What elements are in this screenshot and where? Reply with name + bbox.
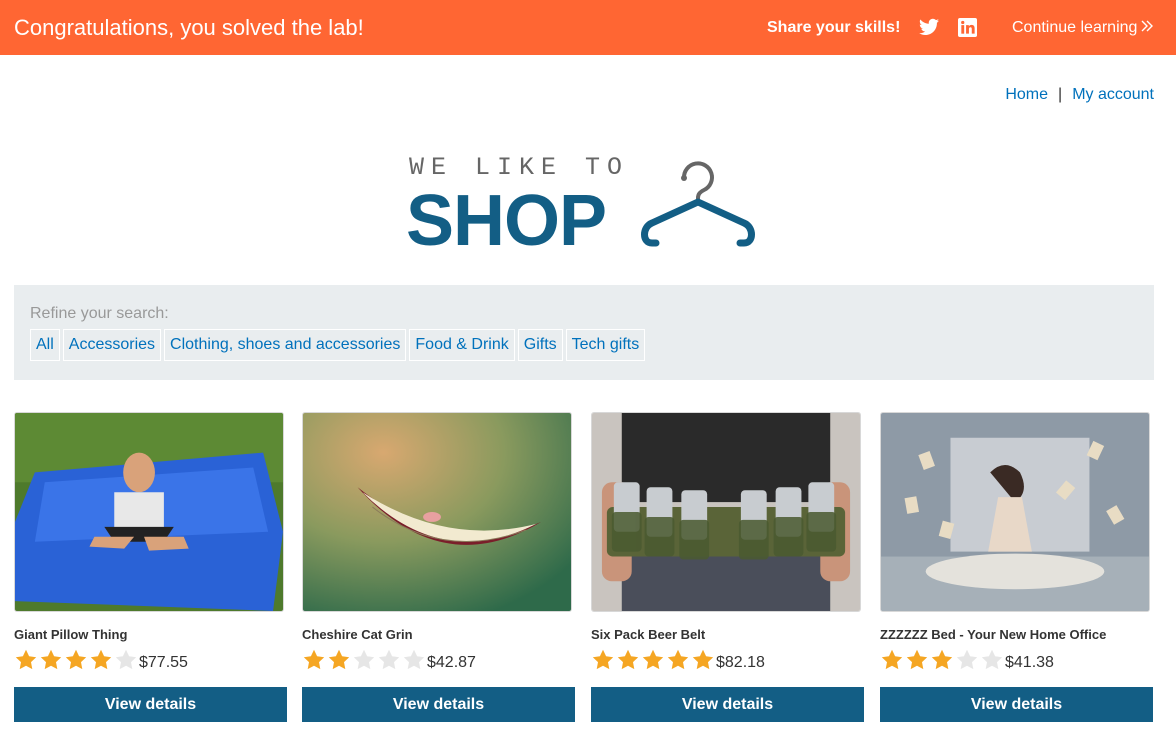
product-image-giant-pillow[interactable] [14, 412, 284, 612]
star-empty-icon [115, 649, 137, 670]
star-filled-icon [40, 649, 62, 670]
star-filled-icon [906, 649, 928, 670]
product-image-beer-belt[interactable] [591, 412, 861, 612]
view-details-button[interactable]: View details [880, 687, 1153, 722]
star-empty-icon [403, 649, 425, 670]
home-link[interactable]: Home [1005, 86, 1048, 103]
filter-clothing[interactable]: Clothing, shoes and accessories [164, 329, 407, 361]
continue-learning-label: Continue learning [1012, 19, 1138, 36]
star-filled-icon [65, 649, 87, 670]
product-price: $42.87 [427, 654, 476, 671]
star-filled-icon [667, 649, 689, 670]
star-filled-icon [328, 649, 350, 670]
star-empty-icon [353, 649, 375, 670]
star-rating [591, 648, 715, 672]
view-details-button[interactable]: View details [591, 687, 864, 722]
product-name: Giant Pillow Thing [14, 627, 128, 642]
filter-accessories[interactable]: Accessories [62, 329, 162, 361]
logo-line2: SHOP [406, 181, 606, 253]
product-name: ZZZZZZ Bed - Your New Home Office [880, 627, 1107, 642]
hanger-icon [641, 161, 755, 247]
product-price: $77.55 [139, 654, 188, 671]
product-price: $82.18 [716, 654, 765, 671]
star-filled-icon [881, 649, 903, 670]
star-filled-icon [931, 649, 953, 670]
product-image-cheshire-grin[interactable] [302, 412, 572, 612]
star-filled-icon [642, 649, 664, 670]
continue-learning-link[interactable]: Continue learning [1012, 18, 1154, 38]
logo-line1: WE LIKE TO [409, 153, 629, 182]
star-rating [302, 648, 426, 672]
double-chevron-right-icon [1141, 20, 1154, 32]
view-details-button[interactable]: View details [14, 687, 287, 722]
product-price: $41.38 [1005, 654, 1054, 671]
star-rating [880, 648, 1004, 672]
refine-label: Refine your search: [30, 305, 169, 322]
star-empty-icon [981, 649, 1003, 670]
view-details-button[interactable]: View details [302, 687, 575, 722]
star-filled-icon [90, 649, 112, 670]
my-account-link[interactable]: My account [1072, 86, 1154, 103]
star-filled-icon [592, 649, 614, 670]
top-nav: Home | My account [1005, 85, 1154, 105]
star-empty-icon [378, 649, 400, 670]
filter-gifts[interactable]: Gifts [517, 329, 563, 361]
banner-title: Congratulations, you solved the lab! [14, 15, 364, 40]
nav-separator: | [1058, 86, 1063, 103]
star-empty-icon [956, 649, 978, 670]
star-filled-icon [303, 649, 325, 670]
filter-list: All Accessories Clothing, shoes and acce… [30, 329, 646, 361]
star-rating [14, 648, 138, 672]
share-skills-label: Share your skills! [767, 19, 901, 36]
filter-tech-gifts[interactable]: Tech gifts [565, 329, 646, 361]
twitter-icon[interactable] [919, 18, 939, 36]
linkedin-icon[interactable] [958, 18, 977, 37]
star-filled-icon [692, 649, 714, 670]
product-name: Six Pack Beer Belt [591, 627, 706, 642]
filter-all[interactable]: All [30, 329, 60, 361]
product-name: Cheshire Cat Grin [302, 627, 413, 642]
lab-solved-banner: Congratulations, you solved the lab! Sha… [0, 0, 1176, 55]
filter-food-drink[interactable]: Food & Drink [409, 329, 515, 361]
refine-search-panel: Refine your search: All Accessories Clot… [14, 285, 1154, 380]
star-filled-icon [617, 649, 639, 670]
product-image-zzzzzz-bed[interactable] [880, 412, 1150, 612]
star-filled-icon [15, 649, 37, 670]
shop-logo: WE LIKE TO SHOP [406, 153, 755, 253]
